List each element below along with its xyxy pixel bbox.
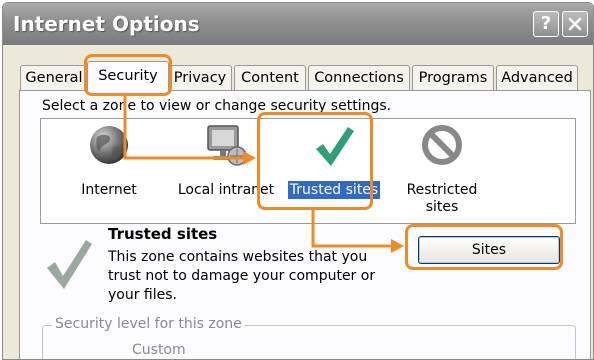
zone-title: Trusted sites (108, 225, 218, 243)
trusted-sites-highlight (257, 112, 373, 210)
zone-label-restricted-sites: Restricted sites (406, 182, 478, 215)
tab-privacy[interactable]: Privacy (168, 65, 232, 90)
zone-description: This zone contains websites that you tru… (108, 249, 376, 303)
tab-programs[interactable]: Programs (412, 65, 494, 90)
close-button[interactable] (562, 11, 588, 37)
tab-content[interactable]: Content (234, 65, 306, 90)
tab-connections[interactable]: Connections (308, 65, 410, 90)
prohibited-icon (422, 125, 462, 165)
security-level-value: Custom (132, 342, 186, 358)
help-icon: ? (540, 13, 552, 34)
zone-label-internet: Internet (81, 182, 137, 198)
tab-general[interactable]: General (20, 65, 88, 90)
tab-advanced[interactable]: Advanced (496, 65, 578, 90)
close-icon (568, 17, 582, 31)
computer-icon (207, 125, 247, 166)
globe-icon (90, 126, 128, 164)
security-tab-highlight (84, 54, 172, 96)
security-level-label: Security level for this zone (52, 316, 245, 332)
help-button[interactable]: ? (533, 11, 559, 37)
checkmark-icon (47, 240, 92, 289)
window-title: Internet Options (13, 12, 200, 36)
title-bar[interactable]: Internet Options ? (3, 3, 593, 45)
sites-button-highlight (405, 224, 563, 270)
